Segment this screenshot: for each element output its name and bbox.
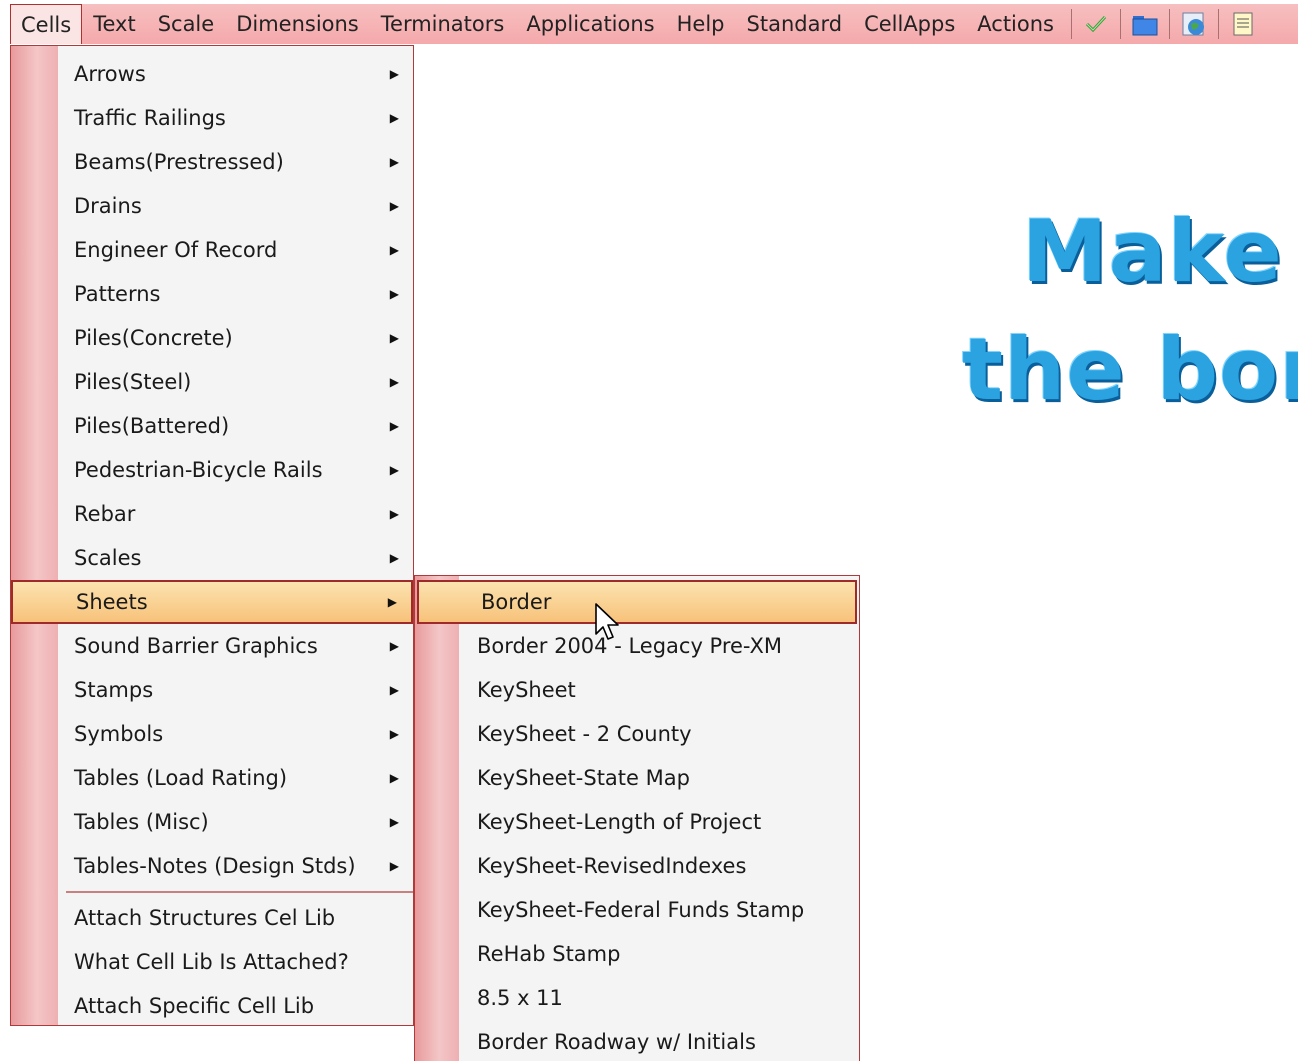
menu-terminators[interactable]: Terminators (370, 5, 516, 43)
notepad-icon[interactable] (1230, 11, 1256, 37)
menu-item-drains[interactable]: Drains ▶ (11, 184, 413, 228)
menu-item-attach-structures-cel-lib[interactable]: Attach Structures Cel Lib (11, 896, 413, 940)
menu-item-label: Piles(Concrete) (74, 326, 233, 350)
background-heading-line-1: Make (1022, 202, 1283, 302)
submenu-item-keysheet-state-map[interactable]: KeySheet-State Map (415, 756, 859, 800)
checkmark-icon[interactable] (1083, 11, 1109, 37)
menu-item-engineer-of-record[interactable]: Engineer Of Record ▶ (11, 228, 413, 272)
menu-standard[interactable]: Standard (736, 5, 854, 43)
menu-item-symbols[interactable]: Symbols ▶ (11, 712, 413, 756)
menu-item-rebar[interactable]: Rebar ▶ (11, 492, 413, 536)
submenu-arrow-icon: ▶ (389, 67, 399, 81)
menu-item-piles-steel[interactable]: Piles(Steel) ▶ (11, 360, 413, 404)
menu-item-tables-misc[interactable]: Tables (Misc) ▶ (11, 800, 413, 844)
submenu-arrow-icon: ▶ (389, 859, 399, 873)
menu-dimensions[interactable]: Dimensions (225, 5, 370, 43)
submenu-arrow-icon: ▶ (389, 111, 399, 125)
menu-item-label: Tables (Misc) (74, 810, 209, 834)
menu-actions[interactable]: Actions (966, 5, 1065, 43)
submenu-item-border[interactable]: Border (417, 580, 857, 624)
submenu-arrow-icon: ▶ (389, 199, 399, 213)
submenu-item-keysheet-revised-indexes[interactable]: KeySheet-RevisedIndexes (415, 844, 859, 888)
submenu-arrow-icon: ▶ (389, 463, 399, 477)
menu-item-patterns[interactable]: Patterns ▶ (11, 272, 413, 316)
submenu-arrow-icon: ▶ (389, 331, 399, 345)
folder-icon[interactable] (1132, 11, 1158, 37)
submenu-item-keysheet-2-county[interactable]: KeySheet - 2 County (415, 712, 859, 756)
submenu-arrow-icon: ▶ (389, 419, 399, 433)
menu-item-piles-battered[interactable]: Piles(Battered) ▶ (11, 404, 413, 448)
submenu-item-8-5-x-11[interactable]: 8.5 x 11 (415, 976, 859, 1020)
toolbar-separator (1218, 9, 1219, 39)
menu-item-pedestrian-bicycle-rails[interactable]: Pedestrian-Bicycle Rails ▶ (11, 448, 413, 492)
submenu-arrow-icon: ▶ (389, 243, 399, 257)
menu-item-label: Piles(Battered) (74, 414, 230, 438)
submenu-arrow-icon: ▶ (389, 771, 399, 785)
menu-item-label: Engineer Of Record (74, 238, 278, 262)
submenu-arrow-icon: ▶ (389, 683, 399, 697)
menu-item-label: Sheets (76, 590, 148, 614)
menu-item-traffic-railings[interactable]: Traffic Railings ▶ (11, 96, 413, 140)
menu-item-beams-prestressed[interactable]: Beams(Prestressed) ▶ (11, 140, 413, 184)
menu-item-sound-barrier-graphics[interactable]: Sound Barrier Graphics ▶ (11, 624, 413, 668)
menu-item-label: Drains (74, 194, 142, 218)
menu-item-label: Stamps (74, 678, 154, 702)
submenu-arrow-icon: ▶ (387, 595, 397, 609)
submenu-arrow-icon: ▶ (389, 727, 399, 741)
submenu-item-keysheet-federal-funds-stamp[interactable]: KeySheet-Federal Funds Stamp (415, 888, 859, 932)
menu-item-label: Arrows (74, 62, 146, 86)
menu-item-label: Beams(Prestressed) (74, 150, 284, 174)
submenu-item-keysheet[interactable]: KeySheet (415, 668, 859, 712)
menu-help[interactable]: Help (666, 5, 736, 43)
submenu-item-rehab-stamp[interactable]: ReHab Stamp (415, 932, 859, 976)
submenu-arrow-icon: ▶ (389, 155, 399, 169)
menu-item-label: Scales (74, 546, 142, 570)
menu-item-label: Tables (Load Rating) (74, 766, 288, 790)
menu-separator (66, 891, 413, 893)
menu-item-what-cell-lib-attached[interactable]: What Cell Lib Is Attached? (11, 940, 413, 984)
cells-menu: Arrows ▶ Traffic Railings ▶ Beams(Prestres… (10, 45, 414, 1026)
toolbar-separator (1120, 9, 1121, 39)
menu-item-attach-specific-cell-lib[interactable]: Attach Specific Cell Lib (11, 984, 413, 1028)
submenu-arrow-icon: ▶ (389, 287, 399, 301)
menu-item-tables-notes[interactable]: Tables-Notes (Design Stds) ▶ (11, 844, 413, 888)
menu-item-label: Pedestrian-Bicycle Rails (74, 458, 323, 482)
menu-item-piles-concrete[interactable]: Piles(Concrete) ▶ (11, 316, 413, 360)
menu-item-arrows[interactable]: Arrows ▶ (11, 52, 413, 96)
menu-applications[interactable]: Applications (515, 5, 665, 43)
menu-item-label: Tables-Notes (Design Stds) (74, 854, 356, 878)
submenu-item-border-roadway-initials[interactable]: Border Roadway w/ Initials (415, 1020, 859, 1064)
background-heading-line-2: the bor (962, 320, 1298, 420)
menu-item-scales[interactable]: Scales ▶ (11, 536, 413, 580)
menu-cells[interactable]: Cells (10, 4, 83, 44)
menu-item-label: Symbols (74, 722, 164, 746)
toolbar-separator (1071, 9, 1072, 39)
menu-item-label: Traffic Railings (74, 106, 226, 130)
menu-scale[interactable]: Scale (147, 5, 226, 43)
menu-item-label: Patterns (74, 282, 161, 306)
menu-item-sheets[interactable]: Sheets ▶ (11, 580, 413, 624)
menu-item-stamps[interactable]: Stamps ▶ (11, 668, 413, 712)
submenu-arrow-icon: ▶ (389, 551, 399, 565)
menu-item-label: Piles(Steel) (74, 370, 192, 394)
menu-cellapps[interactable]: CellApps (853, 5, 966, 43)
menu-item-label: Sound Barrier Graphics (74, 634, 318, 658)
menu-item-label: Rebar (74, 502, 136, 526)
submenu-arrow-icon: ▶ (389, 815, 399, 829)
menu-bar: Cells Text Scale Dimensions Terminators … (10, 4, 1298, 44)
sheets-submenu: Border Border 2004 - Legacy Pre-XM KeySh… (414, 575, 860, 1061)
mouse-cursor-icon (595, 603, 619, 640)
globe-icon[interactable] (1181, 11, 1207, 37)
toolbar-separator (1169, 9, 1170, 39)
submenu-arrow-icon: ▶ (389, 375, 399, 389)
submenu-arrow-icon: ▶ (389, 639, 399, 653)
submenu-item-border-2004[interactable]: Border 2004 - Legacy Pre-XM (415, 624, 859, 668)
menu-item-tables-load-rating[interactable]: Tables (Load Rating) ▶ (11, 756, 413, 800)
submenu-item-keysheet-length-of-project[interactable]: KeySheet-Length of Project (415, 800, 859, 844)
menu-text[interactable]: Text (82, 5, 146, 43)
submenu-arrow-icon: ▶ (389, 507, 399, 521)
